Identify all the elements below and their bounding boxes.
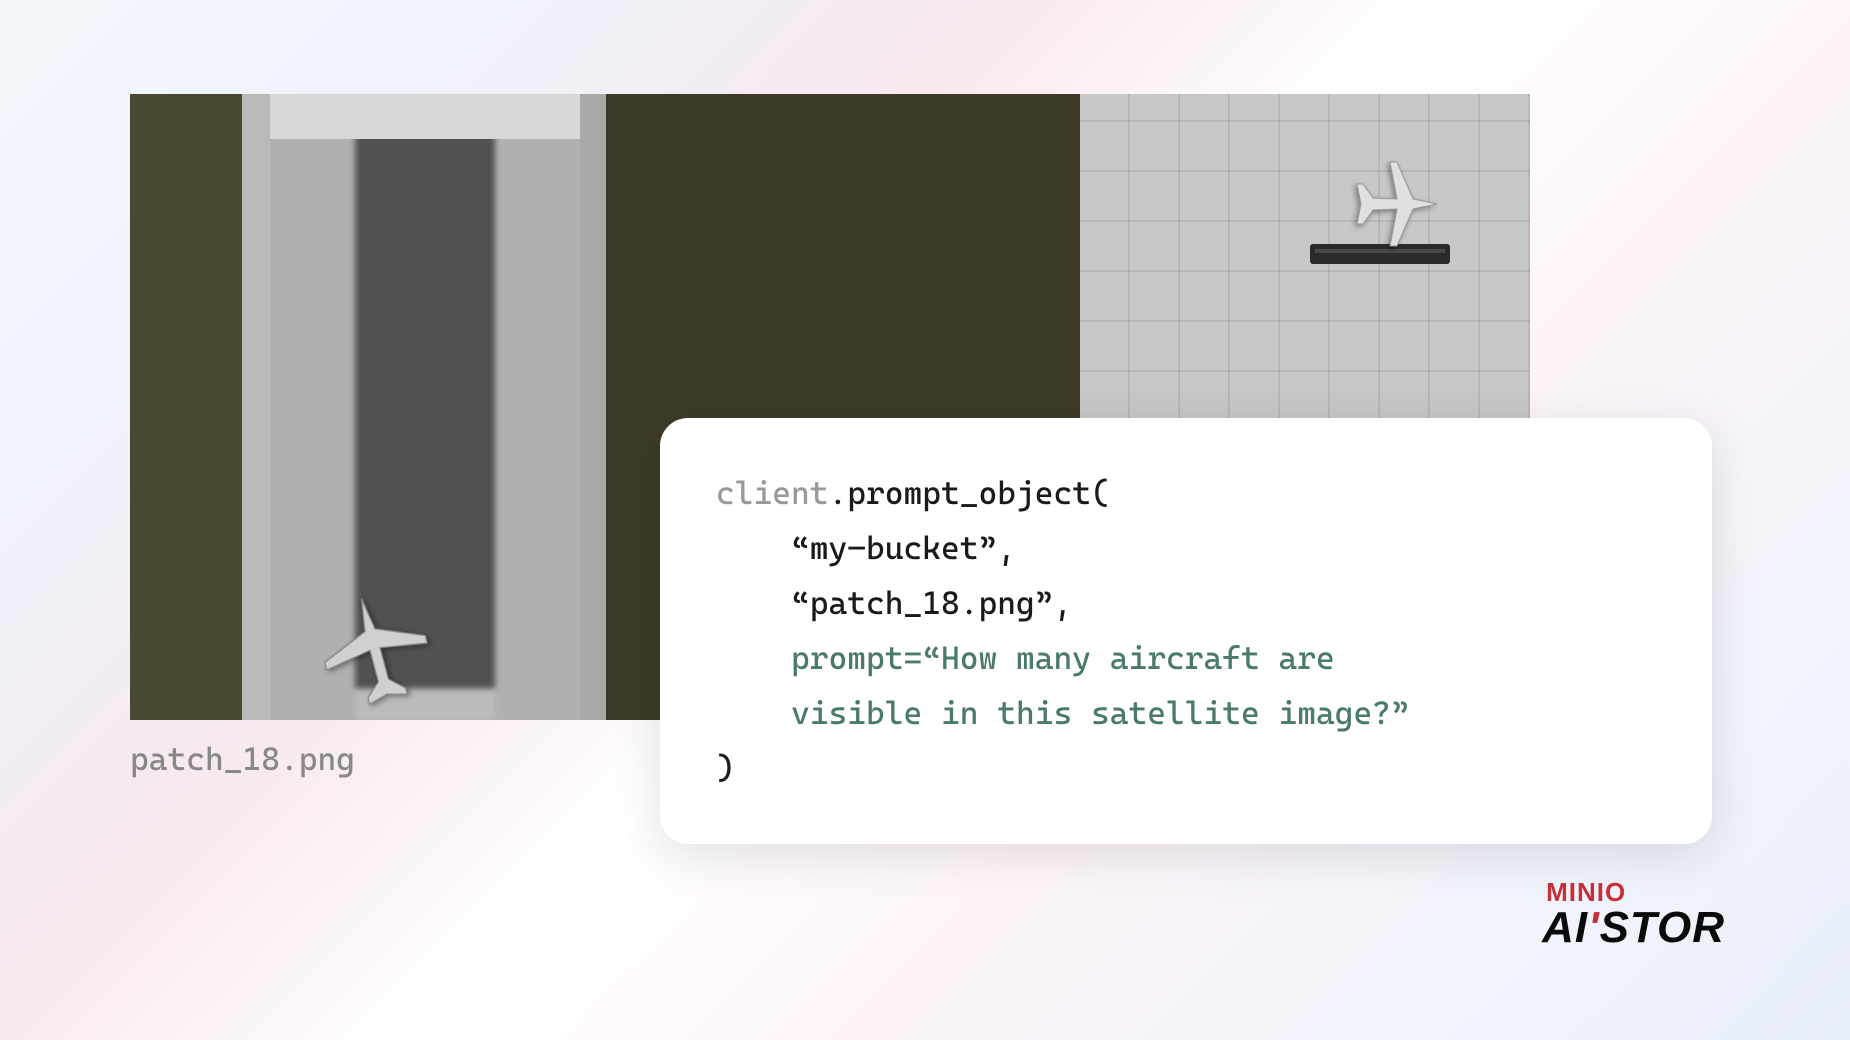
minio-aistor-logo: MINIO AI'STOR [1542, 877, 1725, 948]
code-kwarg-prompt-value: “How many aircraft are [922, 639, 1335, 677]
code-arg-bucket: “my–bucket”, [716, 529, 1016, 567]
code-token-method: .prompt_object( [829, 474, 1110, 512]
logo-brand-aistor: AI'STOR [1542, 908, 1725, 948]
code-snippet-card: client.prompt_object( “my–bucket”, “patc… [660, 418, 1712, 844]
code-arg-filename: “patch_18.png”, [716, 584, 1072, 622]
code-kwarg-prompt-key: prompt= [716, 639, 922, 677]
code-block: client.prompt_object( “my–bucket”, “patc… [716, 466, 1656, 796]
image-filename-label: patch_18.png [130, 740, 355, 778]
aircraft-icon [1345, 129, 1445, 279]
code-token-client: client [716, 474, 829, 512]
runway-threshold [270, 94, 580, 139]
code-close-paren: ) [716, 749, 735, 787]
code-kwarg-prompt-value-cont: visible in this satellite image?” [716, 694, 1410, 732]
